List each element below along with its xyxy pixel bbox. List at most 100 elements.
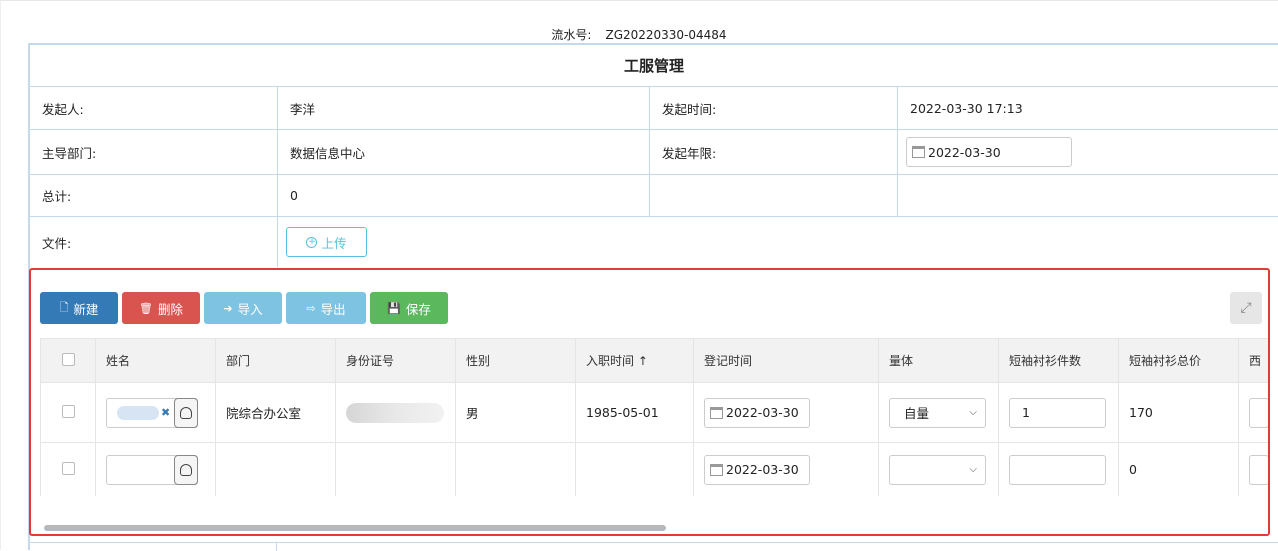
initiator-label: 发起人: — [30, 87, 278, 129]
shirt-count-value: 1 — [1022, 405, 1030, 420]
reg-date-cell: 2022-03-30 — [693, 442, 879, 496]
detail-grid-panel: 🗋 新建 🗑 删除 ➜ 导入 ⇨ 导出 💾 保存 ⤢ 姓名 部门 身份证号 性别… — [29, 268, 1270, 536]
shirt-count-input[interactable]: 1 — [1009, 397, 1106, 428]
reg-date-value: 2022-03-30 — [726, 405, 799, 420]
form-bottom-row — [28, 542, 1278, 551]
grid-table: 姓名 部门 身份证号 性别 入职时间 ↑ 登记时间 量体 短袖衬衫件数 短袖衬衫… — [40, 338, 1268, 496]
reg-date-value: 2022-03-30 — [726, 462, 799, 477]
dept-value: 数据信息中心 — [278, 130, 650, 174]
name-cell — [95, 442, 216, 496]
deadline-label: 发起年限: — [650, 130, 898, 174]
hire-date-cell: 1985-05-01 — [575, 382, 694, 443]
plus-circle-icon: + — [306, 236, 318, 248]
horizontal-scrollbar[interactable] — [40, 524, 1268, 532]
column-header[interactable]: 身份证号 — [335, 338, 456, 383]
id-cell — [335, 442, 456, 496]
delete-button[interactable]: 🗑 删除 — [122, 292, 200, 324]
deadline-date-value: 2022-03-30 — [928, 144, 1001, 160]
redacted-name — [117, 405, 159, 420]
form-row-file: 文件: + 上传 — [30, 217, 1278, 267]
column-header[interactable]: 短袖衬衫件数 — [998, 338, 1119, 383]
gender-cell — [455, 442, 576, 496]
file-icon: 🗋 — [59, 300, 69, 314]
column-header[interactable]: 短袖衬衫总价 — [1118, 338, 1239, 383]
id-cell — [335, 382, 456, 443]
dept-label: 主导部门: — [30, 130, 278, 174]
save-button[interactable]: 💾 保存 — [370, 292, 448, 324]
name-input[interactable]: ✖ — [106, 397, 198, 428]
deadline-date-input[interactable]: 2022-03-30 — [906, 137, 1072, 167]
form-row-initiator: 发起人: 李洋 发起时间: 2022-03-30 17:13 — [30, 87, 1278, 130]
chevron-down-icon: ⌵ — [969, 464, 977, 475]
import-button[interactable]: ➜ 导入 — [204, 292, 282, 324]
total-value: 0 — [278, 175, 650, 216]
column-header[interactable]: 部门 — [215, 338, 336, 383]
measure-cell: ⌵ — [878, 442, 999, 496]
hire-date-cell — [575, 442, 694, 496]
expand-icon: ⤢ — [1240, 300, 1252, 316]
column-header[interactable]: 登记时间 — [693, 338, 879, 383]
table-row: ✖ 院综合办公室 男 1985-05-01 2022-03-30 自量 ⌵ 1 … — [40, 382, 1268, 443]
export-label: 导出 — [320, 301, 346, 317]
table-header-row: 姓名 部门 身份证号 性别 入职时间 ↑ 登记时间 量体 短袖衬衫件数 短袖衬衫… — [40, 338, 1268, 383]
expand-button[interactable]: ⤢ — [1230, 292, 1262, 324]
serial-value: ZG20220330-04484 — [605, 28, 727, 42]
export-button[interactable]: ⇨ 导出 — [286, 292, 366, 324]
partial-input[interactable] — [1249, 397, 1268, 428]
shirt-total-cell: 170 — [1118, 382, 1239, 443]
shirt-count-cell — [998, 442, 1119, 496]
select-all-checkbox[interactable] — [61, 352, 75, 366]
clear-icon[interactable]: ✖ — [161, 406, 170, 419]
user-picker-button[interactable] — [174, 454, 198, 485]
save-label: 保存 — [405, 301, 431, 317]
shirt-count-input[interactable] — [1009, 454, 1106, 485]
calendar-icon — [710, 463, 723, 476]
row-checkbox[interactable] — [61, 404, 75, 418]
gender-cell: 男 — [455, 382, 576, 443]
reg-date-input[interactable]: 2022-03-30 — [704, 397, 810, 428]
file-label: 文件: — [30, 217, 278, 267]
row-checkbox[interactable] — [61, 461, 75, 475]
grid-toolbar: 🗋 新建 🗑 删除 ➜ 导入 ⇨ 导出 💾 保存 — [40, 292, 448, 324]
form-title: 工服管理 — [30, 45, 1278, 87]
calendar-icon — [912, 146, 925, 158]
initiator-value: 李洋 — [278, 87, 650, 129]
sign-in-icon: ➜ — [223, 301, 233, 315]
serial-number: 流水号: ZG20220330-04484 — [0, 26, 1278, 43]
empty-cell — [898, 175, 1278, 216]
row-select-cell — [40, 442, 96, 496]
upload-button[interactable]: + 上传 — [286, 227, 367, 257]
trash-icon: 🗑 — [139, 301, 153, 315]
column-header-sorted[interactable]: 入职时间 ↑ — [575, 338, 694, 383]
column-header[interactable]: 量体 — [878, 338, 999, 383]
serial-label: 流水号: — [551, 28, 592, 42]
redacted-id — [346, 402, 444, 423]
form-row-total: 总计: 0 — [30, 175, 1278, 217]
import-label: 导入 — [237, 301, 263, 317]
sign-out-icon: ⇨ — [306, 301, 316, 315]
measure-cell: 自量 ⌵ — [878, 382, 999, 443]
file-cell: + 上传 — [278, 217, 1278, 267]
measure-select[interactable]: ⌵ — [889, 454, 986, 485]
form-row-dept: 主导部门: 数据信息中心 发起年限: 2022-03-30 — [30, 130, 1278, 175]
dept-cell — [215, 442, 336, 496]
user-icon — [180, 406, 192, 419]
column-header[interactable]: 性别 — [455, 338, 576, 383]
table-row: 2022-03-30 ⌵ 0 — [40, 442, 1268, 496]
name-input[interactable] — [106, 454, 198, 485]
partial-input[interactable] — [1249, 454, 1268, 485]
time-value: 2022-03-30 17:13 — [910, 100, 1023, 116]
partial-cell — [1238, 382, 1268, 443]
shirt-total-cell: 0 — [1118, 442, 1239, 496]
delete-label: 删除 — [157, 301, 183, 317]
reg-date-cell: 2022-03-30 — [693, 382, 879, 443]
column-header[interactable]: 西 — [1238, 338, 1268, 383]
column-header[interactable]: 姓名 — [95, 338, 216, 383]
measure-select[interactable]: 自量 ⌵ — [889, 397, 986, 428]
user-icon — [180, 463, 192, 476]
grid-table-wrapper: 姓名 部门 身份证号 性别 入职时间 ↑ 登记时间 量体 短袖衬衫件数 短袖衬衫… — [40, 338, 1268, 496]
scrollbar-thumb[interactable] — [44, 525, 666, 531]
reg-date-input[interactable]: 2022-03-30 — [704, 454, 810, 485]
new-button[interactable]: 🗋 新建 — [40, 292, 118, 324]
user-picker-button[interactable] — [174, 397, 198, 428]
